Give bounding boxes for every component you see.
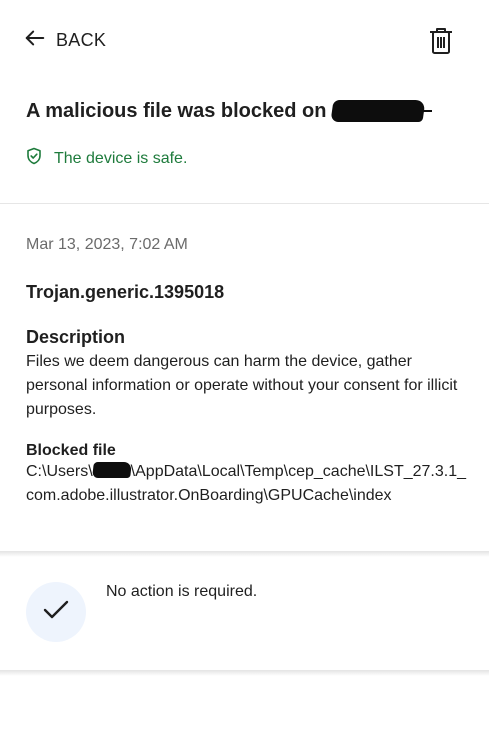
divider	[0, 203, 489, 204]
redacted-username	[91, 462, 132, 478]
action-status-badge	[26, 582, 86, 642]
threat-name: Trojan.generic.1395018	[26, 282, 225, 302]
top-bar: BACK	[0, 0, 489, 80]
page-title: A malicious file was blocked on	[26, 99, 327, 122]
page-title-row: A malicious file was blocked on	[26, 96, 433, 126]
device-status: The device is safe.	[26, 147, 187, 170]
redacted-device-name	[330, 100, 426, 122]
divider-shadow	[0, 551, 489, 557]
trash-icon	[428, 28, 454, 60]
description-heading: Description	[26, 327, 126, 347]
status-text: The device is safe.	[54, 149, 188, 167]
arrow-left-icon	[24, 27, 46, 54]
blocked-file-path: C:\Users\ \AppData\Local\Temp\cep_cache\I…	[26, 460, 466, 508]
description-text: Files we deem dangerous can harm the dev…	[26, 353, 458, 418]
delete-button[interactable]	[428, 26, 454, 56]
detection-timestamp: Mar 13, 2023, 7:02 AM	[26, 236, 188, 253]
checkmark-icon	[41, 598, 71, 627]
blocked-file-heading: Blocked file	[26, 442, 116, 459]
shield-check-icon	[26, 147, 42, 170]
back-label: BACK	[56, 29, 107, 50]
threat-detail-page: BACK A malicious file was blocked on The…	[0, 0, 489, 753]
back-button[interactable]: BACK	[24, 26, 106, 54]
divider-shadow-bottom	[0, 670, 489, 676]
path-prefix: C:\Users\	[26, 463, 93, 480]
action-message: No action is required.	[106, 583, 258, 600]
threat-details: Mar 13, 2023, 7:02 AM Trojan.generic.139…	[26, 236, 474, 508]
